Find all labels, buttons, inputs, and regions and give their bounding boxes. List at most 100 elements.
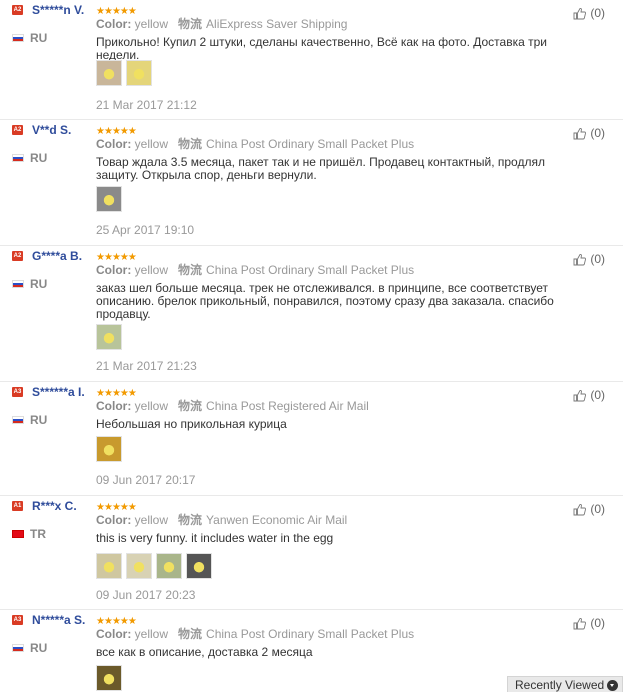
star-icon: ★ (119, 252, 129, 263)
review-date: 25 Apr 2017 19:10 (96, 223, 195, 237)
shipping-method: Yanwen Economic Air Mail (206, 513, 348, 527)
star-icon: ★ (103, 126, 113, 137)
helpful-vote[interactable]: (0) (573, 126, 605, 140)
review-date: 09 Jun 2017 20:17 (96, 473, 196, 487)
review-photos (96, 553, 212, 579)
review-text: Товар ждала 3.5 месяца, пакет так и не п… (96, 155, 545, 182)
helpful-count: (0) (590, 502, 605, 516)
thumbs-up-icon[interactable] (573, 503, 587, 516)
star-icon: ★ (119, 502, 129, 513)
review-photo-thumbnail[interactable] (96, 324, 122, 350)
order-info: Color: yellow 物流 AliExpress Saver Shipping (96, 17, 347, 31)
star-icon: ★ (127, 502, 137, 513)
review-photo-thumbnail[interactable] (156, 553, 182, 579)
reviewer-country: RU (30, 413, 48, 427)
review-photos (96, 186, 122, 212)
star-icon: ★ (127, 616, 137, 627)
star-rating: ★ ★ ★ ★ ★ (96, 388, 137, 399)
helpful-vote[interactable]: (0) (573, 502, 605, 516)
color-label: Color: (96, 399, 132, 413)
star-icon: ★ (96, 388, 105, 399)
star-rating: ★ ★ ★ ★ ★ (96, 502, 137, 513)
helpful-count: (0) (590, 6, 605, 20)
review-item: A2 S*****n V. RU ★ ★ ★ ★ ★ Color: yellow 物流 AliExp… (0, 0, 623, 120)
star-icon: ★ (96, 6, 105, 17)
color-label: Color: (96, 263, 132, 277)
helpful-count: (0) (590, 126, 605, 140)
star-icon: ★ (127, 6, 137, 17)
review-item: A1 R***x C. TR ★ ★ ★ ★ ★ Color: yellow 物流 Yanwen E… (0, 496, 623, 610)
star-icon: ★ (119, 616, 129, 627)
reviewer-country: RU (30, 31, 48, 45)
thumbs-up-icon[interactable] (573, 617, 587, 630)
russia-flag-icon (12, 34, 24, 42)
helpful-vote[interactable]: (0) (573, 252, 605, 266)
shipping-method: China Post Ordinary Small Packet Plus (206, 627, 415, 641)
review-photo-thumbnail[interactable] (186, 553, 212, 579)
color-value: yellow (134, 17, 169, 31)
helpful-count: (0) (590, 616, 605, 630)
recently-viewed-tab[interactable]: Recently Viewed (507, 676, 623, 692)
reviewer-name[interactable]: S*****n V. (12, 3, 92, 17)
helpful-vote[interactable]: (0) (573, 388, 605, 402)
helpful-vote[interactable]: (0) (573, 6, 605, 20)
review-text: заказ шел больше месяца. трек не отслежи… (96, 281, 554, 321)
star-icon: ★ (96, 126, 105, 137)
logistics-label: 物流 (178, 399, 203, 413)
thumbs-up-icon[interactable] (573, 127, 587, 140)
star-icon: ★ (127, 252, 137, 263)
review-photo-thumbnail[interactable] (96, 436, 122, 462)
star-rating: ★ ★ ★ ★ ★ (96, 616, 137, 627)
reviewer-name[interactable]: G****a B. (12, 249, 92, 263)
review-photo-thumbnail[interactable] (96, 60, 122, 86)
star-icon: ★ (96, 502, 105, 513)
chevron-down-icon[interactable] (607, 680, 618, 691)
star-icon: ★ (111, 126, 121, 137)
reviewer-name[interactable]: V**d S. (12, 123, 92, 137)
reviewer-country: RU (30, 151, 48, 165)
review-photo-thumbnail[interactable] (96, 553, 122, 579)
logistics-label: 物流 (178, 17, 203, 31)
color-label: Color: (96, 513, 132, 527)
star-icon: ★ (111, 252, 121, 263)
star-icon: ★ (96, 252, 105, 263)
order-info: Color: yellow 物流 China Post Ordinary Small… (96, 137, 414, 151)
logistics-label: 物流 (178, 513, 203, 527)
review-photo-thumbnail[interactable] (126, 553, 152, 579)
order-info: Color: yellow 物流 China Post Registered Air… (96, 399, 369, 413)
reviewer-country: RU (30, 277, 48, 291)
helpful-count: (0) (590, 388, 605, 402)
review-photos (96, 436, 122, 462)
logistics-label: 物流 (178, 627, 203, 641)
star-icon: ★ (119, 126, 129, 137)
helpful-vote[interactable]: (0) (573, 616, 605, 630)
review-text: Прикольно! Купил 2 штуки, сделаны качест… (96, 35, 547, 62)
review-photos (96, 324, 122, 350)
review-photo-thumbnail[interactable] (96, 186, 122, 212)
thumbs-up-icon[interactable] (573, 7, 587, 20)
star-icon: ★ (111, 502, 121, 513)
order-info: Color: yellow 物流 Yanwen Economic Air Mail (96, 513, 347, 527)
reviewer-name[interactable]: N*****a S. (12, 613, 92, 627)
review-text: все как в описание, доставка 2 месяца (96, 645, 313, 659)
star-rating: ★ ★ ★ ★ ★ (96, 126, 137, 137)
shipping-method: China Post Registered Air Mail (206, 399, 369, 413)
star-icon: ★ (103, 6, 113, 17)
thumbs-up-icon[interactable] (573, 253, 587, 266)
reviewer-country: RU (30, 641, 48, 655)
star-icon: ★ (127, 126, 137, 137)
review-photo-thumbnail[interactable] (96, 665, 122, 691)
reviewer-name[interactable]: R***x C. (12, 499, 92, 513)
helpful-count: (0) (590, 252, 605, 266)
russia-flag-icon (12, 644, 24, 652)
color-value: yellow (134, 513, 169, 527)
russia-flag-icon (12, 154, 24, 162)
review-date: 21 Mar 2017 21:23 (96, 359, 197, 373)
star-rating: ★ ★ ★ ★ ★ (96, 6, 137, 17)
thumbs-up-icon[interactable] (573, 389, 587, 402)
color-label: Color: (96, 17, 132, 31)
reviewer-name[interactable]: S******a I. (12, 385, 92, 399)
shipping-method: China Post Ordinary Small Packet Plus (206, 137, 415, 151)
review-photo-thumbnail[interactable] (126, 60, 152, 86)
star-rating: ★ ★ ★ ★ ★ (96, 252, 137, 263)
